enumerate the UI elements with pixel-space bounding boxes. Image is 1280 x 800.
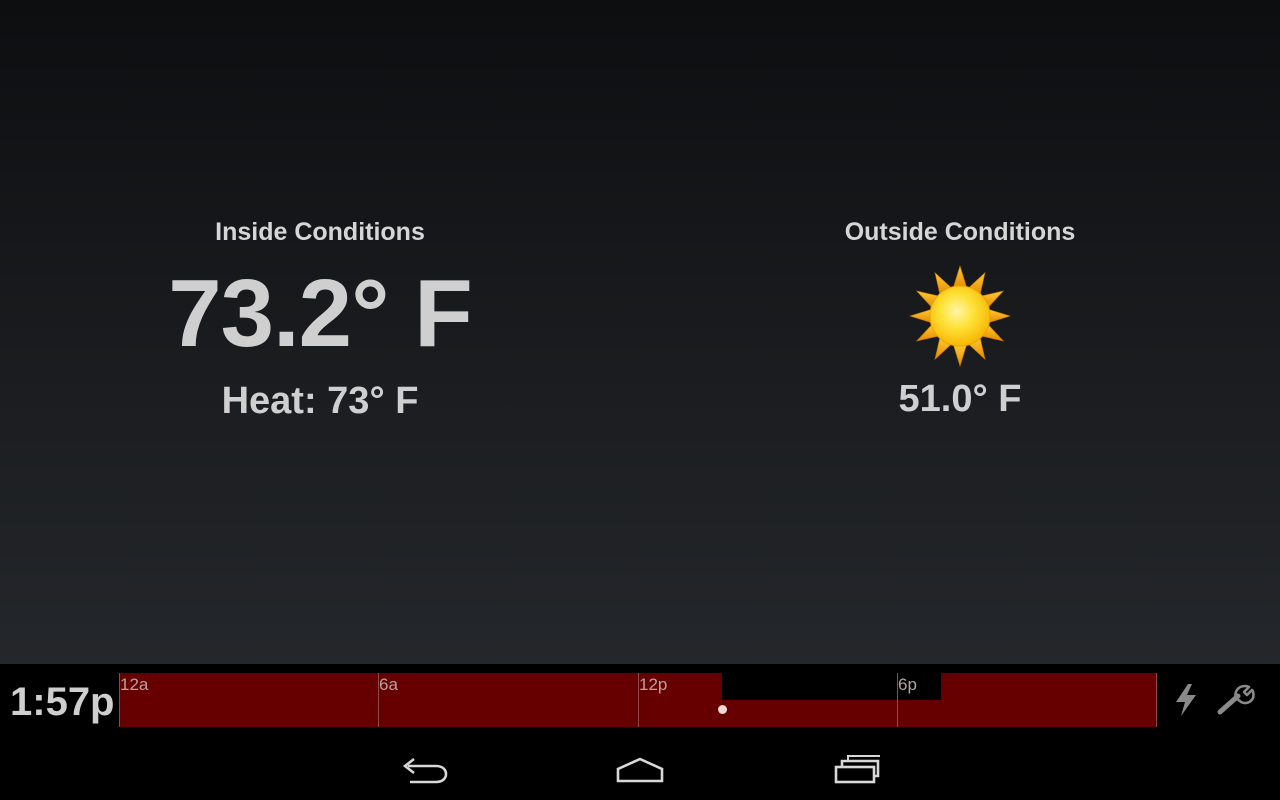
sun-ray <box>952 264 968 289</box>
outside-conditions-title: Outside Conditions <box>844 218 1076 246</box>
sun-ray <box>987 308 1012 324</box>
hour-label-6a: 6a <box>379 675 398 694</box>
inside-temperature[interactable]: 73.2° F <box>0 266 640 378</box>
sunny-icon <box>908 264 1012 368</box>
clock: 1:57p <box>10 680 115 724</box>
navigation-bar <box>0 736 1280 800</box>
inside-conditions-title: Inside Conditions <box>215 218 425 246</box>
outside-conditions-panel: Outside Conditions 51.0° F <box>640 212 1280 422</box>
outside-temperature: 51.0° F <box>898 378 1022 420</box>
status-bar: 1:57p 12a 6a 12p 6p <box>0 664 1280 736</box>
hour-mark-end <box>1156 673 1157 727</box>
main-area: Inside Conditions 73.2° F Heat: 73° F Ou… <box>0 0 1280 664</box>
sun-ray <box>908 308 933 324</box>
current-time-marker <box>718 705 727 714</box>
lightning-icon[interactable] <box>1168 682 1204 718</box>
hour-label-12p: 12p <box>639 675 668 694</box>
wrench-icon[interactable] <box>1216 682 1258 718</box>
schedule-segment <box>119 673 722 727</box>
sun-ray <box>952 343 968 368</box>
inside-conditions-panel: Inside Conditions 73.2° F Heat: 73° F <box>0 212 640 424</box>
schedule-segment <box>941 673 1157 727</box>
thermostat-screen: Inside Conditions 73.2° F Heat: 73° F Ou… <box>0 0 1280 800</box>
recents-icon[interactable] <box>828 750 888 790</box>
home-icon[interactable] <box>610 750 670 790</box>
schedule-segment <box>722 700 941 727</box>
schedule-timeline[interactable]: 12a 6a 12p 6p <box>119 673 1157 727</box>
hour-label-6p: 6p <box>898 675 917 694</box>
back-icon[interactable] <box>394 750 454 790</box>
heat-setpoint[interactable]: Heat: 73° F <box>0 378 640 424</box>
hour-label-12a: 12a <box>120 675 149 694</box>
